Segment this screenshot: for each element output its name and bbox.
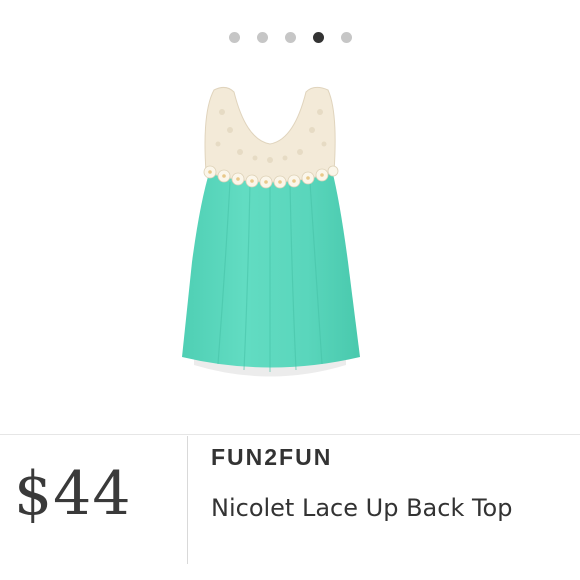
carousel-dot-5[interactable] <box>340 32 352 43</box>
top-body <box>182 170 360 368</box>
carousel-dot-1[interactable] <box>228 32 240 43</box>
carousel-dots <box>0 32 580 43</box>
carousel-dot-3[interactable] <box>284 32 296 43</box>
product-title: Nicolet Lace Up Back Top <box>211 494 513 522</box>
vertical-divider <box>187 436 188 564</box>
lace-yoke <box>204 86 336 183</box>
product-image <box>182 86 360 377</box>
horizontal-divider <box>0 434 580 435</box>
product-brand: FUN2FUN <box>211 444 333 470</box>
product-price: $44 <box>14 459 132 529</box>
carousel-dot-2[interactable] <box>256 32 268 43</box>
carousel-dot-4[interactable] <box>312 32 324 43</box>
